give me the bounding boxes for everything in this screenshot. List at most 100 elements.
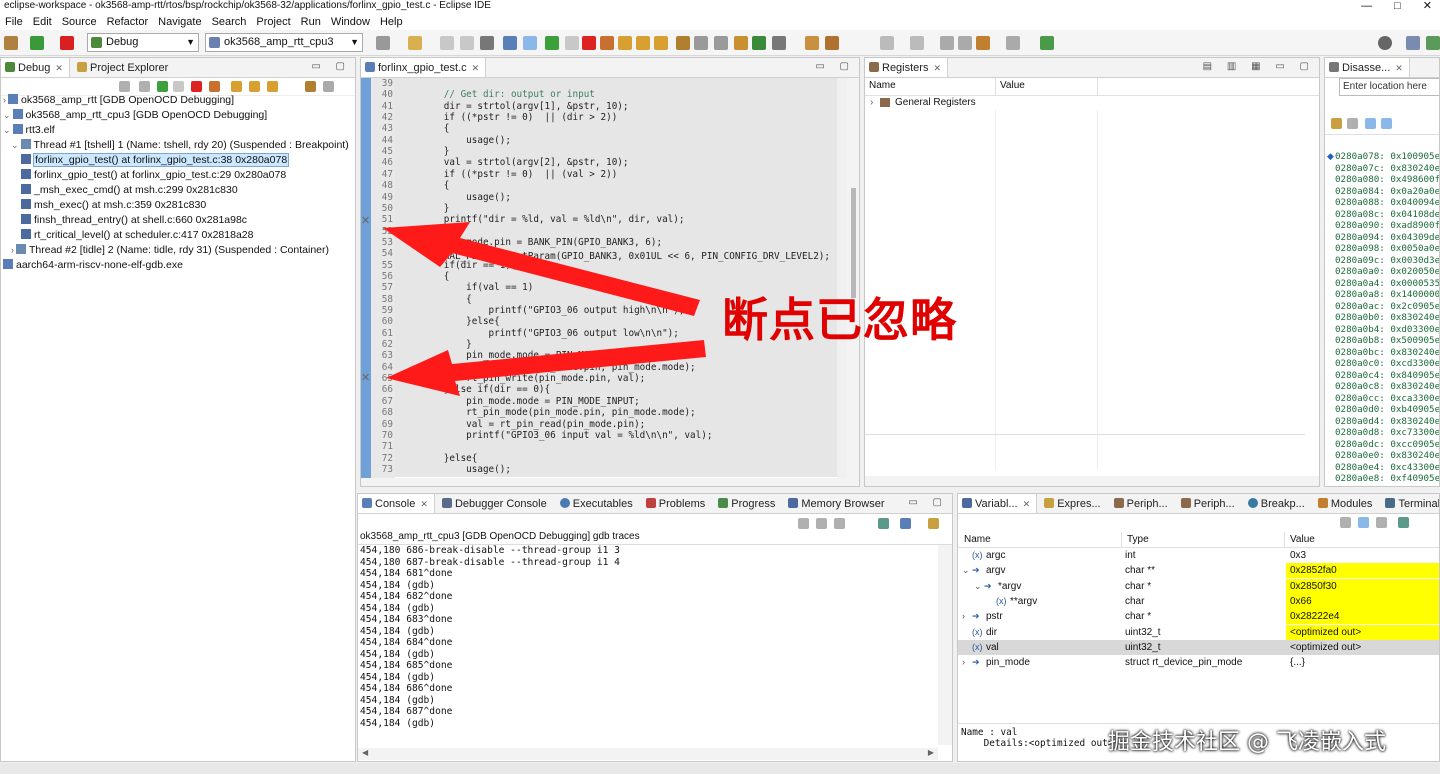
- tab-expressions[interactable]: Expres...: [1040, 494, 1106, 513]
- tab-disassembly[interactable]: Disasse... ✕: [1325, 58, 1410, 77]
- chevron-right-icon[interactable]: ›: [962, 609, 972, 624]
- code-line[interactable]: }: [399, 203, 450, 214]
- debug-tree-row[interactable]: › ok3568_amp_rtt [GDB OpenOCD Debugging]: [3, 93, 234, 108]
- disassembly-row[interactable]: 0280a07c: 0x830240e3: [1335, 163, 1439, 174]
- sync-icon[interactable]: [1365, 118, 1376, 129]
- new-view-icon[interactable]: [1398, 517, 1409, 528]
- perspective-debug-icon[interactable]: [1426, 36, 1440, 50]
- tab-terminal[interactable]: Terminal: [1381, 494, 1439, 513]
- step-into-icon[interactable]: [231, 81, 242, 92]
- disassembly-row[interactable]: 0280a0dc: 0xcc0905e3: [1335, 439, 1439, 450]
- step-return-icon[interactable]: [654, 36, 668, 50]
- code-line[interactable]: pin_mode.mode = PIN_MODE_OUTPUT;: [399, 350, 645, 361]
- layout-icon[interactable]: [1376, 517, 1387, 528]
- reset-icon[interactable]: [714, 36, 728, 50]
- code-line[interactable]: dir = strtol(argv[1], &pstr, 10);: [399, 101, 629, 112]
- horizontal-scrollbar[interactable]: [865, 476, 1319, 486]
- console-horizontal-scrollbar[interactable]: ◀ ▶: [358, 748, 938, 760]
- back-icon[interactable]: [976, 36, 990, 50]
- menu-search[interactable]: Search: [207, 14, 252, 30]
- display-console-icon[interactable]: [900, 518, 911, 529]
- skip-breakpoints-icon[interactable]: [523, 36, 537, 50]
- variable-value[interactable]: 0x3: [1286, 548, 1439, 563]
- debug-tree-row[interactable]: ⌄ rtt3.elf: [3, 123, 55, 138]
- disassembly-row[interactable]: 0280a090: 0xad8900fa: [1335, 220, 1439, 231]
- forward-icon[interactable]: [1006, 36, 1020, 50]
- menu-help[interactable]: Help: [375, 14, 408, 30]
- editor-horizontal-scrollbar[interactable]: [361, 478, 859, 486]
- disassembly-row[interactable]: 0280a0b4: 0xd03300eb: [1335, 324, 1439, 335]
- tab-problems[interactable]: Problems: [642, 494, 711, 513]
- disassembly-row[interactable]: 0280a0b0: 0x830240e3: [1335, 312, 1439, 323]
- collapse-icon[interactable]: [139, 81, 150, 92]
- run-icon[interactable]: [752, 36, 766, 50]
- drop-frame-icon[interactable]: [323, 81, 334, 92]
- code-line[interactable]: pin_mode.pin = BANK_PIN(GPIO_BANK3, 6);: [399, 237, 662, 248]
- home-icon[interactable]: [1347, 118, 1358, 129]
- terminal-icon[interactable]: [503, 36, 517, 50]
- code-line[interactable]: printf("GPIO3_06 output high\n\n");: [399, 305, 685, 316]
- variable-row[interactable]: ⌄ ➔ *argv char * 0x2850f30: [958, 578, 1439, 594]
- disconnect-icon[interactable]: [209, 81, 220, 92]
- step-return-icon[interactable]: [267, 81, 278, 92]
- menu-edit[interactable]: Edit: [28, 14, 57, 30]
- debug-tree-row[interactable]: finsh_thread_entry() at shell.c:660 0x28…: [21, 213, 247, 228]
- step-into-icon[interactable]: [618, 36, 632, 50]
- print-icon[interactable]: [480, 36, 494, 50]
- code-line[interactable]: {: [399, 271, 450, 282]
- close-icon[interactable]: ✕: [1395, 63, 1403, 73]
- code-line[interactable]: {: [399, 294, 472, 305]
- close-icon[interactable]: ✕: [55, 63, 63, 73]
- step-over-icon[interactable]: [636, 36, 650, 50]
- search-icon[interactable]: [1378, 36, 1392, 50]
- chevron-down-icon[interactable]: ⌄: [974, 579, 984, 594]
- disassembly-row[interactable]: 0280a078: 0x100905e3: [1335, 151, 1439, 162]
- open-console-icon[interactable]: [928, 518, 939, 529]
- disassembly-row[interactable]: 0280a098: 0x0050a0e1: [1335, 243, 1439, 254]
- disassembly-row[interactable]: 0280a0a8: 0x1400000a: [1335, 289, 1439, 300]
- annotation-prev-icon[interactable]: [910, 36, 924, 50]
- scroll-lock-icon[interactable]: [816, 518, 827, 529]
- disassembly-row[interactable]: 0280a0ac: 0x2c0905e3: [1335, 301, 1439, 312]
- ignored-breakpoint-marker[interactable]: ✕: [361, 371, 370, 384]
- maximize-button[interactable]: □: [1394, 0, 1401, 14]
- terminate-icon[interactable]: [191, 81, 202, 92]
- disassembly-row[interactable]: 0280a08c: 0x04108de2: [1335, 209, 1439, 220]
- code-line[interactable]: // Get dir: output or input: [399, 89, 595, 100]
- chevron-icon[interactable]: ⌄: [11, 140, 19, 150]
- code-line[interactable]: rt_pin_mode(pin_mode.pin, pin_mode.mode)…: [399, 407, 696, 418]
- disassembly-row[interactable]: 0280a0c4: 0x840905e3: [1335, 370, 1439, 381]
- view-controls[interactable]: ▭ ▢: [815, 61, 855, 72]
- variable-value[interactable]: {...}: [1286, 655, 1439, 670]
- code-line[interactable]: val = rt_pin_read(pin_mode.pin);: [399, 419, 645, 430]
- variable-row[interactable]: (x) **argv char 0x66: [958, 593, 1439, 609]
- build-icon[interactable]: [772, 36, 786, 50]
- terminate-icon[interactable]: [582, 36, 596, 50]
- close-icon[interactable]: ✕: [1023, 499, 1031, 509]
- variable-row[interactable]: (x) dir uint32_t <optimized out>: [958, 624, 1439, 640]
- pen-icon[interactable]: [825, 36, 839, 50]
- view-controls[interactable]: ▭ ▢: [908, 497, 948, 508]
- disassembly-row[interactable]: 0280a09c: 0x0030d3e5: [1335, 255, 1439, 266]
- menu-navigate[interactable]: Navigate: [153, 14, 206, 30]
- tab-debugger-console[interactable]: Debugger Console: [438, 494, 553, 513]
- scroll-thumb[interactable]: [851, 188, 856, 298]
- word-wrap-icon[interactable]: [834, 518, 845, 529]
- stop-icon[interactable]: [60, 36, 74, 50]
- tab-breakpoints[interactable]: Breakp...: [1244, 494, 1311, 513]
- disassembly-row[interactable]: 0280a0e0: 0x830240e3: [1335, 450, 1439, 461]
- menu-project[interactable]: Project: [251, 14, 295, 30]
- debug-tree-row[interactable]: › Thread #2 [tidle] 2 (Name: tidle, rdy 3…: [11, 243, 329, 258]
- collapse-all-icon[interactable]: [1358, 517, 1369, 528]
- code-line[interactable]: usage();: [399, 464, 511, 475]
- suspend-icon[interactable]: [173, 81, 184, 92]
- debug-tree-row[interactable]: ⌄ Thread #1 [tshell] 1 (Name: tshell, rdy…: [11, 138, 349, 153]
- code-line[interactable]: if(dir == 1){: [399, 260, 517, 271]
- tools-icon[interactable]: [4, 36, 18, 50]
- code-line[interactable]: rt_pin_mode(pin_mode.pin, pin_mode.mode)…: [399, 362, 696, 373]
- disassembly-row[interactable]: 0280a0b8: 0x500905e3: [1335, 335, 1439, 346]
- menu-refactor[interactable]: Refactor: [102, 14, 154, 30]
- variable-value[interactable]: <optimized out>: [1286, 624, 1439, 640]
- gear-icon[interactable]: [376, 36, 390, 50]
- view-controls[interactable]: ▭ ▢: [311, 61, 351, 72]
